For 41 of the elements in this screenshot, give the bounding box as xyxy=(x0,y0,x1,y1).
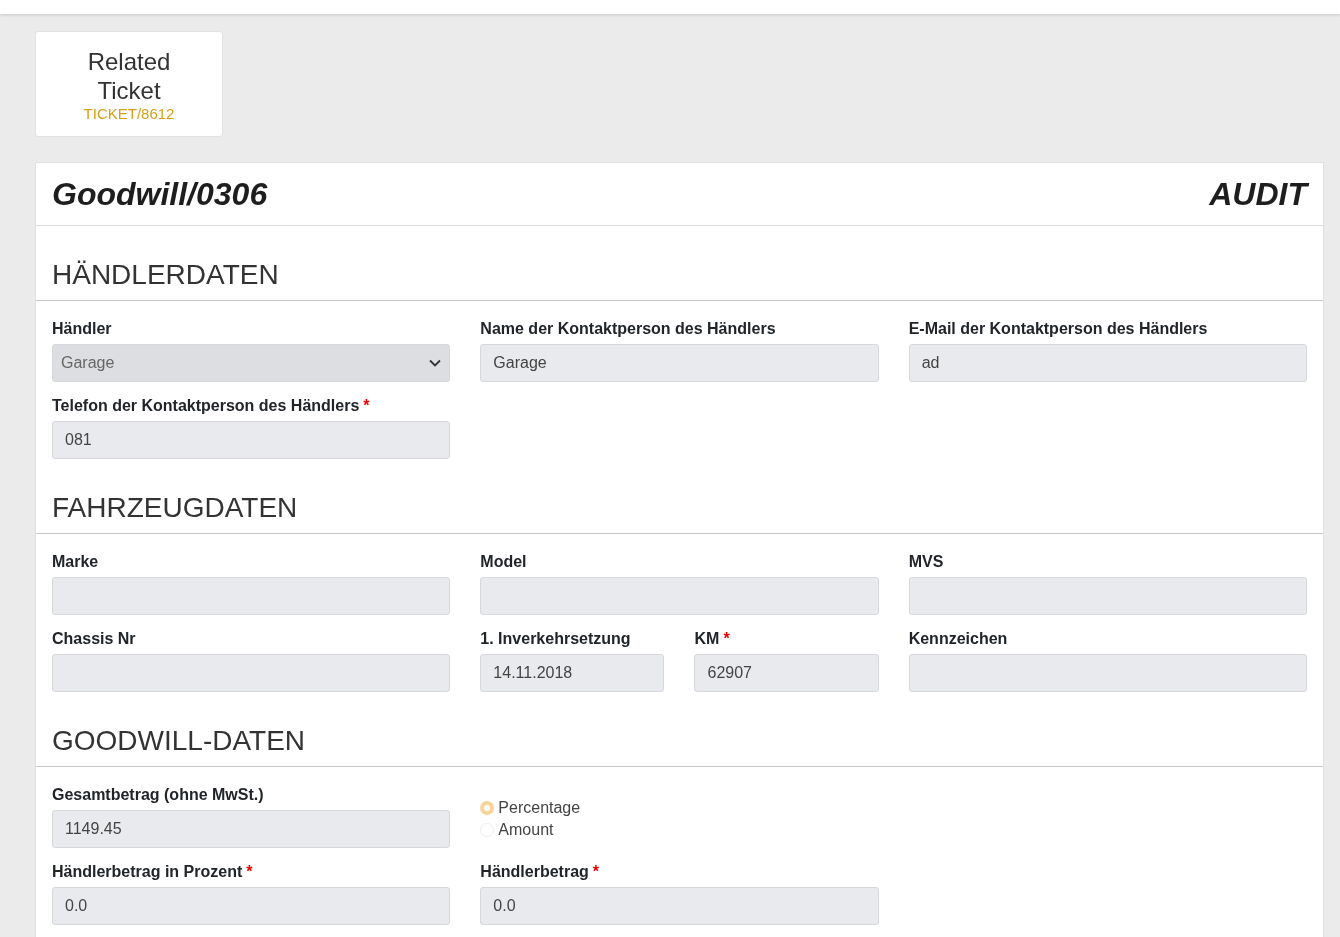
input-field[interactable] xyxy=(480,577,879,615)
section-title: FAHRZEUGDATEN xyxy=(36,459,1323,534)
field-label: Chassis Nr xyxy=(52,630,136,647)
section-title: GOODWILL-DATEN xyxy=(36,692,1323,767)
required-mark: * xyxy=(363,397,370,414)
radio-button[interactable] xyxy=(480,801,495,815)
field-label: Telefon der Kontaktperson des Händlers xyxy=(52,397,360,414)
input-field[interactable]: 1149.45 xyxy=(52,810,451,848)
field-label: Kennzeichen xyxy=(908,630,1008,647)
radio-label: Percentage xyxy=(498,799,581,817)
input-field[interactable] xyxy=(52,577,451,615)
select-field[interactable]: Garage xyxy=(52,344,451,382)
field-label: Händler xyxy=(52,320,112,337)
chevron-down-icon xyxy=(429,359,442,367)
field-label: Gesamtbetrag (ohne MwSt.) xyxy=(52,786,264,803)
field-label: E-Mail der Kontaktperson des Händlers xyxy=(908,320,1208,337)
field-label: KM xyxy=(694,630,720,647)
related-ticket-title: Related Ticket xyxy=(86,46,172,105)
field-label: Händlerbetrag in Prozent xyxy=(52,863,243,880)
input-field[interactable] xyxy=(908,654,1307,692)
input-field[interactable]: 0.0 xyxy=(52,887,451,925)
record-title: Goodwill/0306 xyxy=(52,175,268,213)
field-label: MVS xyxy=(908,553,944,570)
radio-label: Amount xyxy=(498,821,554,839)
section-title: HÄNDLERDATEN xyxy=(36,226,1323,301)
input-field[interactable] xyxy=(908,577,1307,615)
input-field[interactable]: 081 xyxy=(52,421,451,459)
field-label: Model xyxy=(480,553,527,570)
input-field[interactable]: 62907 xyxy=(694,654,879,692)
input-field[interactable]: 0.0 xyxy=(480,887,879,925)
input-field[interactable]: Garage xyxy=(480,344,879,382)
required-mark: * xyxy=(246,863,253,880)
field-label: Marke xyxy=(52,553,99,570)
input-field[interactable] xyxy=(52,654,451,692)
required-mark: * xyxy=(723,630,730,647)
field-label: Händlerbetrag xyxy=(480,863,589,880)
field-label: 1. Inverkehrsetzung xyxy=(480,630,631,647)
required-mark: * xyxy=(592,863,600,880)
input-field[interactable]: 14.11.2018 xyxy=(480,654,665,692)
input-field[interactable]: ad xyxy=(908,344,1307,382)
field-label: Name der Kontaktperson des Händlers xyxy=(480,320,776,337)
